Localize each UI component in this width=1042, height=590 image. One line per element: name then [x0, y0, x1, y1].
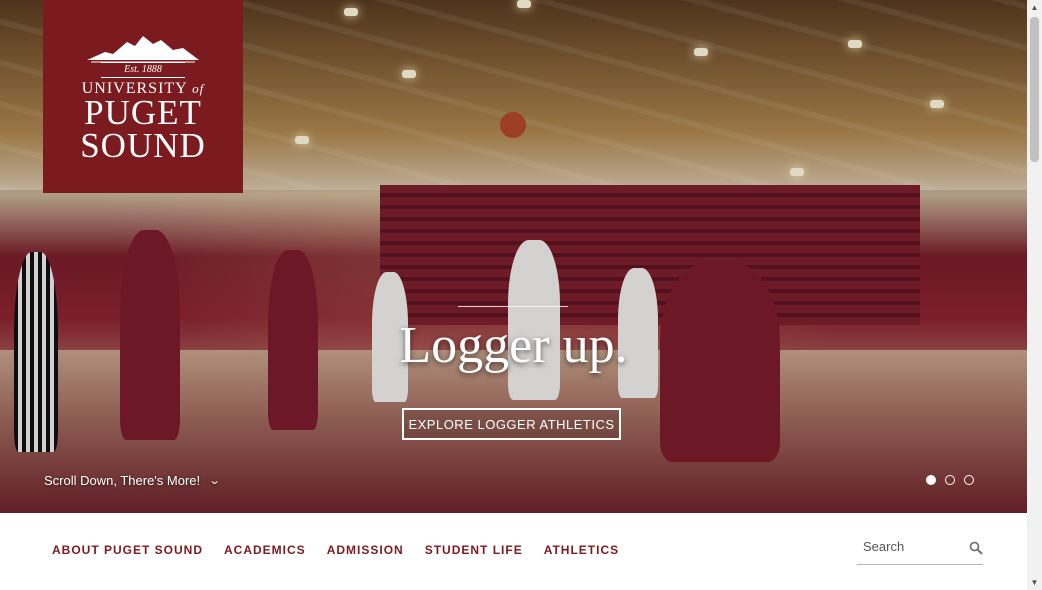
scrollbar-thumb[interactable] [1030, 17, 1039, 162]
logo-sound: SOUND [80, 126, 206, 165]
page-scrollbar[interactable]: ▲ ▼ [1027, 0, 1042, 590]
chevron-down-icon: ⌄ [208, 475, 221, 487]
nav-item-athletics[interactable]: ATHLETICS [544, 543, 619, 557]
logo-established: Est. 1888 [124, 64, 162, 75]
scroll-down-label: Scroll Down, There's More! [44, 473, 201, 488]
headline-divider [458, 306, 568, 307]
logo-puget: PUGET [84, 93, 202, 132]
slide-dot-2[interactable] [945, 475, 955, 485]
scroll-up-arrow-icon[interactable]: ▲ [1027, 0, 1042, 15]
logo-rule [101, 77, 185, 78]
nav-item-academics[interactable]: ACADEMICS [224, 543, 306, 557]
logo-rule [101, 62, 185, 63]
nav-item-about[interactable]: ABOUT PUGET SOUND [52, 543, 203, 557]
explore-athletics-button[interactable]: EXPLORE LOGGER ATHLETICS [402, 408, 621, 440]
site-search [857, 532, 983, 565]
search-icon[interactable] [969, 541, 983, 555]
university-logo[interactable]: Est. 1888 UNIVERSITY of PUGET SOUND [43, 0, 243, 193]
hero-headline: Logger up. [399, 317, 628, 374]
slide-pagination [926, 475, 974, 485]
search-input[interactable] [857, 532, 969, 560]
scroll-down-arrow-icon[interactable]: ▼ [1027, 575, 1042, 590]
slide-dot-1[interactable] [926, 475, 936, 485]
scroll-down-link[interactable]: Scroll Down, There's More! ⌄ [44, 473, 221, 488]
nav-item-student-life[interactable]: STUDENT LIFE [425, 543, 523, 557]
nav-item-admission[interactable]: ADMISSION [327, 543, 404, 557]
slide-dot-3[interactable] [964, 475, 974, 485]
nav-list: ABOUT PUGET SOUND ACADEMICS ADMISSION ST… [52, 543, 619, 557]
